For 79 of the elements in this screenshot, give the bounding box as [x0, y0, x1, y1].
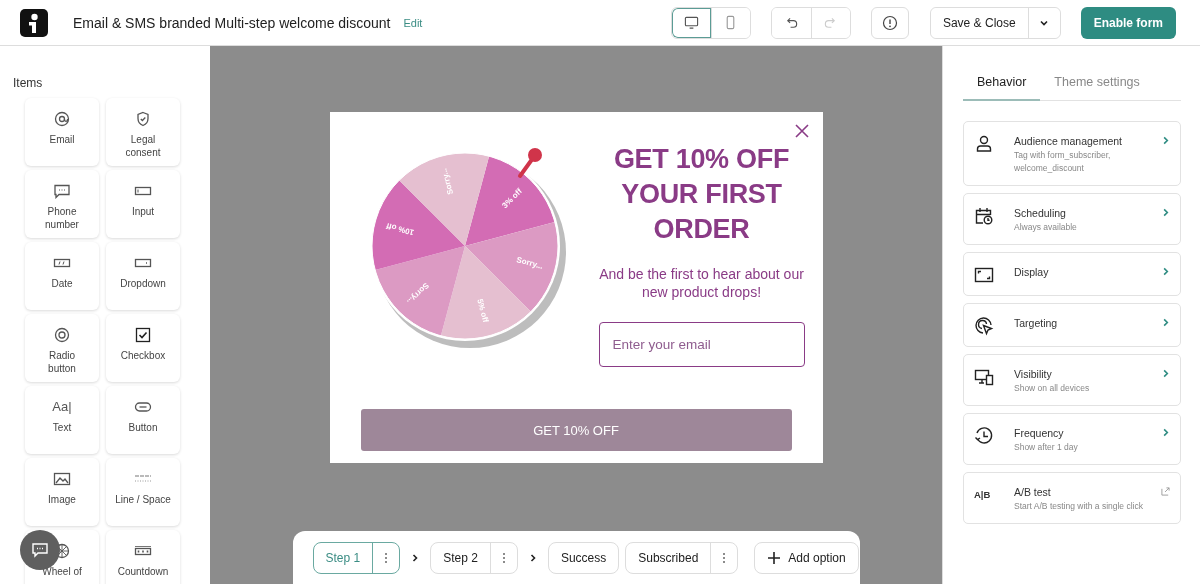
monitor-icon: [683, 15, 699, 30]
item-tile[interactable]: Button: [106, 386, 180, 454]
checkbox-icon: [134, 327, 152, 343]
add-option-button[interactable]: Add option: [754, 541, 859, 574]
item-tile[interactable]: Legal consent: [106, 98, 180, 166]
card-subtitle: Show on all devices: [1014, 382, 1091, 395]
card-title: Targeting: [1014, 316, 1059, 330]
alert-icon: [881, 14, 898, 31]
item-tile[interactable]: Countdown: [106, 530, 180, 584]
card-title: Visibility: [1014, 367, 1053, 381]
card-title: Audience management: [1014, 134, 1123, 148]
segment-label: Sorry...: [438, 167, 455, 196]
settings-card[interactable]: Frequency Show after 1 day: [963, 413, 1181, 465]
panel-tab[interactable]: Theme settings: [1040, 72, 1154, 101]
desktop-view-button[interactable]: [671, 7, 711, 38]
person-icon: [974, 134, 994, 154]
popup-headline: GET 10% OFF YOUR FIRST ORDER: [612, 143, 791, 246]
save-options-button[interactable]: [1027, 7, 1060, 38]
image-icon: [53, 471, 71, 487]
settings-card[interactable]: A|B A/B test Start A/B testing with a single click: [963, 472, 1181, 524]
step-tab[interactable]: Subscribed: [625, 541, 739, 574]
segment-label: Sorry...: [515, 255, 544, 271]
panel-tab[interactable]: Behavior: [963, 72, 1041, 101]
segment-label: 5% off: [474, 297, 490, 324]
logo-icon: [20, 8, 48, 37]
ab-icon: A|B: [974, 485, 994, 505]
card-title: Frequency: [1014, 426, 1065, 440]
card-title: Display: [1014, 265, 1050, 279]
card-subtitle: Always available: [1014, 221, 1078, 234]
frame-icon: [974, 265, 994, 285]
plus-icon: [767, 550, 782, 565]
card-title: Scheduling: [1014, 206, 1067, 220]
email-field[interactable]: Enter your email: [598, 322, 805, 367]
settings-card[interactable]: Targeting: [963, 303, 1181, 347]
mobile-view-button[interactable]: [710, 7, 750, 38]
item-tile[interactable]: Input: [106, 170, 180, 238]
settings-card[interactable]: Display: [963, 252, 1181, 296]
shield-icon: [134, 111, 152, 127]
step-tab[interactable]: Success: [547, 541, 620, 574]
item-tile[interactable]: Dropdown: [106, 242, 180, 310]
enable-form-button[interactable]: Enable form: [1080, 6, 1176, 39]
settings-card[interactable]: Audience management Tag with form_subscriber, welcome_discount: [963, 121, 1181, 186]
segment-label: 10% off: [384, 221, 415, 238]
radio-icon: [53, 327, 71, 343]
item-tile[interactable]: Line / Space: [106, 458, 180, 526]
popup-subtext: And be the first to hear about our new product drops!: [598, 265, 805, 301]
item-tile[interactable]: Phone number: [25, 170, 99, 238]
devices-icon: [974, 367, 994, 387]
kebab-icon: [384, 551, 389, 564]
kebab-icon: [501, 551, 506, 564]
button-icon: [134, 399, 152, 415]
kebab-icon: [722, 551, 727, 564]
item-tile[interactable]: Checkbox: [106, 314, 180, 382]
step-tab[interactable]: Step 2: [430, 541, 518, 574]
edit-link[interactable]: Edit: [403, 16, 423, 29]
history-icon: [974, 426, 994, 446]
form-title: Email & SMS branded Multi-step welcome discount: [73, 14, 391, 31]
item-tile[interactable]: Aa| Text: [25, 386, 99, 454]
close-icon[interactable]: [792, 122, 811, 140]
settings-card[interactable]: Scheduling Always available: [963, 193, 1181, 245]
card-subtitle: Tag with form_subscriber, welcome_discount: [1014, 149, 1112, 175]
text-icon: Aa|: [52, 399, 72, 415]
settings-card[interactable]: Visibility Show on all devices: [963, 354, 1181, 406]
card-subtitle: Show after 1 day: [1014, 441, 1079, 454]
chat-icon: [30, 540, 50, 560]
section-heading: Items: [13, 76, 44, 90]
item-tile[interactable]: Image: [25, 458, 99, 526]
item-tile[interactable]: Date: [25, 242, 99, 310]
target-cursor-icon: [974, 316, 994, 336]
at-icon: [53, 111, 71, 127]
info-button[interactable]: [870, 6, 909, 39]
step-tab[interactable]: Step 1: [312, 541, 401, 574]
card-subtitle: Start A/B testing with a single click: [1014, 500, 1144, 513]
item-tile[interactable]: Email: [25, 98, 99, 166]
segment-label: 3% off: [499, 186, 524, 211]
calendar-clock-icon: [974, 206, 994, 226]
card-title: A/B test: [1014, 485, 1052, 499]
item-tile[interactable]: Radio button: [25, 314, 99, 382]
message-icon: [53, 183, 71, 199]
